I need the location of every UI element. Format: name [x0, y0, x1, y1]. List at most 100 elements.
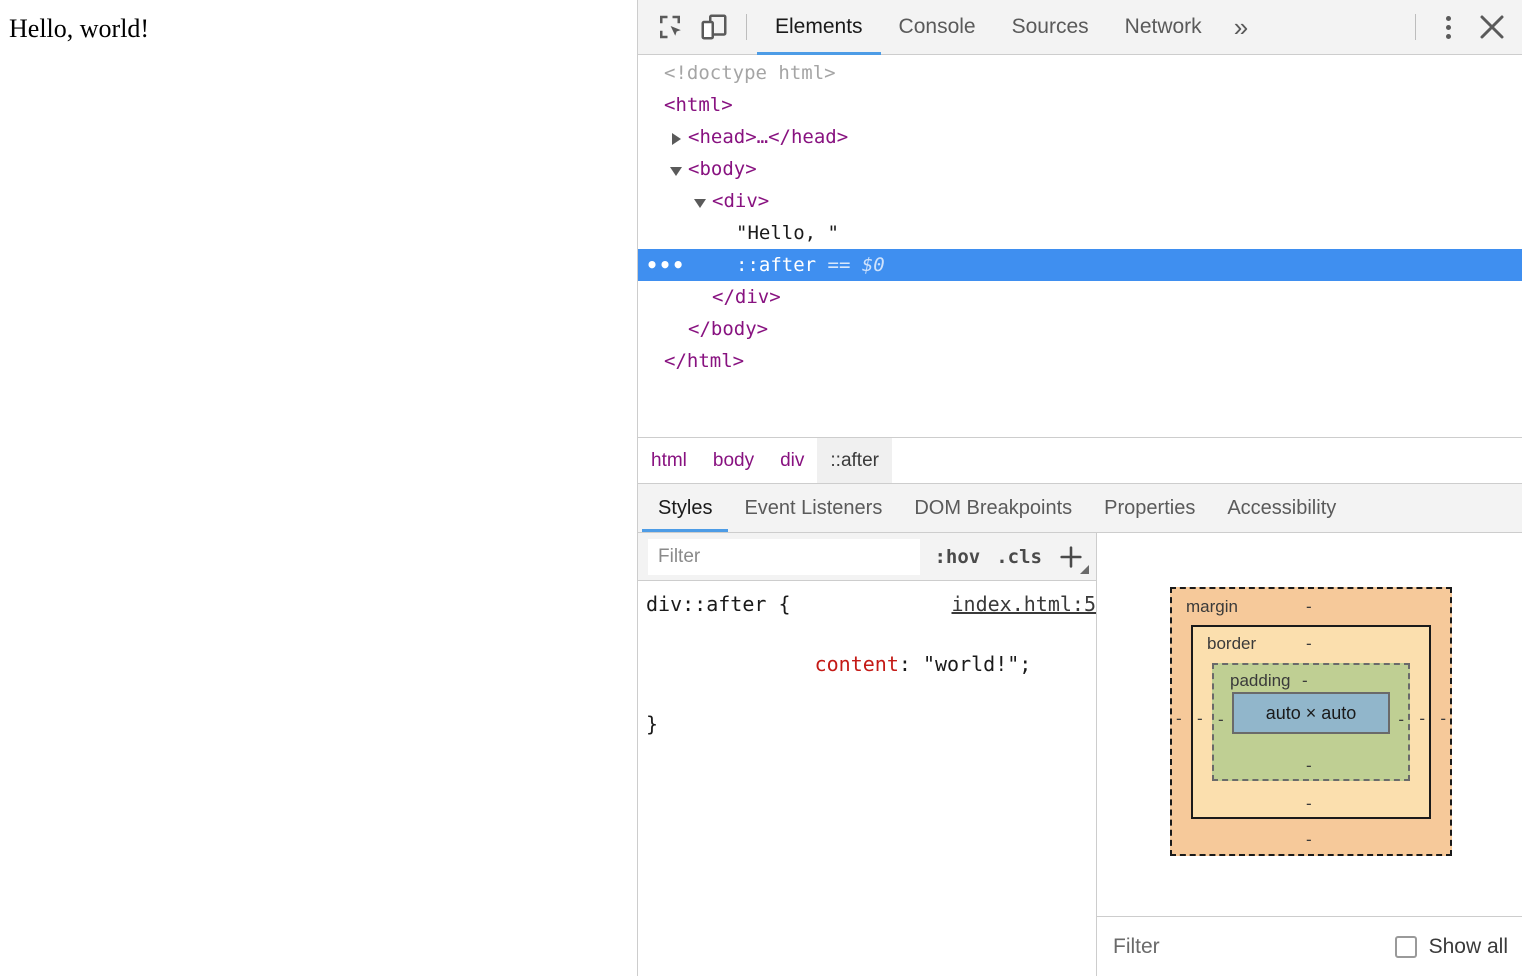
css-rule-origin-link[interactable]: index.html:5	[952, 589, 1097, 619]
tab-accessibility[interactable]: Accessibility	[1211, 484, 1352, 532]
tab-accessibility-label: Accessibility	[1227, 497, 1336, 520]
page-heading-text: Hello, world!	[9, 14, 149, 44]
dom-row-selected[interactable]: ••• ::after == $0	[638, 249, 1522, 281]
box-model-diagram: margin - - - - border - - - -	[1170, 587, 1452, 856]
toolbar-divider-right	[1415, 14, 1416, 40]
tab-dom-breakpoints-label: DOM Breakpoints	[914, 497, 1072, 520]
box-model-border-top-value[interactable]: -	[1306, 634, 1312, 654]
more-tabs-chevron-icon[interactable]: »	[1220, 0, 1262, 55]
styles-and-computed-split: :hov .cls div::after { index.html:5	[638, 533, 1522, 976]
breadcrumb-item-label: html	[651, 450, 687, 472]
new-style-rule-button[interactable]	[1050, 535, 1092, 579]
box-model-margin-label: margin	[1186, 597, 1238, 617]
more-options-icon[interactable]	[1426, 5, 1470, 49]
css-rule-closing-brace: }	[638, 709, 1096, 739]
css-property-value[interactable]: "world!";	[923, 652, 1031, 676]
screen: Hello, world! Elements	[0, 0, 1522, 976]
collapse-triangle-icon[interactable]	[670, 167, 682, 176]
dom-row[interactable]: "Hello, "	[638, 217, 1522, 249]
tab-console-label: Console	[899, 15, 976, 39]
box-model-content-box[interactable]: auto × auto	[1232, 692, 1390, 734]
tab-sources[interactable]: Sources	[994, 0, 1107, 55]
breadcrumb-item-after[interactable]: ::after	[817, 438, 892, 483]
sidebar-tabs: Styles Event Listeners DOM Breakpoints P…	[638, 484, 1522, 533]
dom-node-text: <html>	[664, 89, 733, 121]
show-all-toggle[interactable]: Show all	[1395, 935, 1508, 959]
css-declaration[interactable]: content: "world!";	[638, 619, 1096, 709]
tab-sources-label: Sources	[1012, 15, 1089, 39]
dom-row[interactable]: <html>	[638, 89, 1522, 121]
box-model-border-left-value[interactable]: -	[1197, 709, 1203, 729]
tab-dom-breakpoints[interactable]: DOM Breakpoints	[898, 484, 1088, 532]
breadcrumb-item-label: div	[780, 450, 804, 472]
box-model-wrapper: margin - - - - border - - - -	[1097, 533, 1522, 916]
box-model-border-right-value[interactable]: -	[1419, 709, 1425, 729]
dom-node-equals: ==	[816, 249, 862, 281]
dom-row[interactable]: <!doctype html>	[638, 57, 1522, 89]
show-all-checkbox[interactable]	[1395, 936, 1417, 958]
dom-row[interactable]: <head>…</head>	[638, 121, 1522, 153]
devtools-panel: Elements Console Sources Network »	[637, 0, 1522, 976]
tab-event-listeners-label: Event Listeners	[744, 497, 882, 520]
dom-row[interactable]: </body>	[638, 313, 1522, 345]
box-model-margin-right-value[interactable]: -	[1440, 709, 1446, 729]
box-model-margin-left-value[interactable]: -	[1176, 709, 1182, 729]
breadcrumb: html body div ::after	[638, 438, 1522, 484]
dom-row[interactable]: </div>	[638, 281, 1522, 313]
show-all-label: Show all	[1429, 935, 1508, 959]
tab-elements[interactable]: Elements	[757, 0, 881, 55]
breadcrumb-item-div[interactable]: div	[767, 438, 817, 483]
close-icon[interactable]	[1470, 5, 1514, 49]
cls-toggle-button[interactable]: .cls	[988, 546, 1050, 568]
tab-network[interactable]: Network	[1107, 0, 1220, 55]
box-model-margin-top-value[interactable]: -	[1306, 597, 1312, 617]
dom-pseudo-node: ::after	[736, 249, 816, 281]
dom-node-text: <body>	[688, 153, 757, 185]
expand-triangle-icon[interactable]	[672, 133, 681, 145]
box-model-padding-label: padding	[1230, 671, 1291, 691]
tab-event-listeners[interactable]: Event Listeners	[728, 484, 898, 532]
tab-elements-label: Elements	[775, 15, 863, 39]
tab-styles[interactable]: Styles	[642, 484, 728, 532]
box-model-margin-bottom-value[interactable]: -	[1306, 830, 1312, 850]
breadcrumb-item-label: body	[713, 450, 754, 472]
device-toolbar-icon[interactable]	[692, 5, 736, 49]
box-model-padding-bottom-value[interactable]: -	[1306, 756, 1312, 776]
new-style-rule-dropdown-icon[interactable]	[1080, 565, 1089, 574]
dom-node-text: </html>	[664, 345, 744, 377]
css-property-name[interactable]: content	[815, 652, 899, 676]
styles-toolbar: :hov .cls	[638, 533, 1096, 581]
styles-pane: :hov .cls div::after { index.html:5	[638, 533, 1097, 976]
dom-row[interactable]: <div>	[638, 185, 1522, 217]
dom-node-text: <!doctype html>	[664, 57, 836, 89]
tab-properties[interactable]: Properties	[1088, 484, 1211, 532]
dom-row[interactable]: <body>	[638, 153, 1522, 185]
node-badge-icon[interactable]: •••	[646, 255, 685, 275]
computed-filter-input[interactable]	[1111, 934, 1395, 960]
box-model-content-size: auto × auto	[1266, 703, 1357, 724]
breadcrumb-item-body[interactable]: body	[700, 438, 767, 483]
breadcrumb-item-html[interactable]: html	[638, 438, 700, 483]
box-model-padding-top-value[interactable]: -	[1302, 671, 1308, 691]
dom-tree[interactable]: <!doctype html> <html> <head>…</head> <b…	[638, 55, 1522, 438]
dom-text-node: "Hello, "	[736, 217, 839, 249]
dom-node-text: </div>	[712, 281, 781, 313]
inspect-element-icon[interactable]	[648, 5, 692, 49]
devtools-toolbar: Elements Console Sources Network »	[638, 0, 1522, 55]
tab-network-label: Network	[1125, 15, 1202, 39]
dom-node-text: <div>	[712, 185, 769, 217]
tab-console[interactable]: Console	[881, 0, 994, 55]
css-rule-selector[interactable]: div::after {	[646, 589, 791, 619]
collapse-triangle-icon[interactable]	[694, 199, 706, 208]
box-model-border-bottom-value[interactable]: -	[1306, 794, 1312, 814]
hov-toggle-button[interactable]: :hov	[926, 546, 988, 568]
dom-row[interactable]: </html>	[638, 345, 1522, 377]
css-rules-list: div::after { index.html:5 content: "worl…	[638, 581, 1096, 976]
styles-filter-input[interactable]	[648, 539, 920, 575]
breadcrumb-item-label: ::after	[830, 450, 879, 472]
tab-styles-label: Styles	[658, 497, 712, 520]
computed-filter-bar: Show all	[1097, 916, 1522, 976]
dom-node-text: <head>…</head>	[688, 121, 848, 153]
box-model-padding-left-value[interactable]: -	[1218, 710, 1224, 730]
box-model-padding-right-value[interactable]: -	[1398, 710, 1404, 730]
